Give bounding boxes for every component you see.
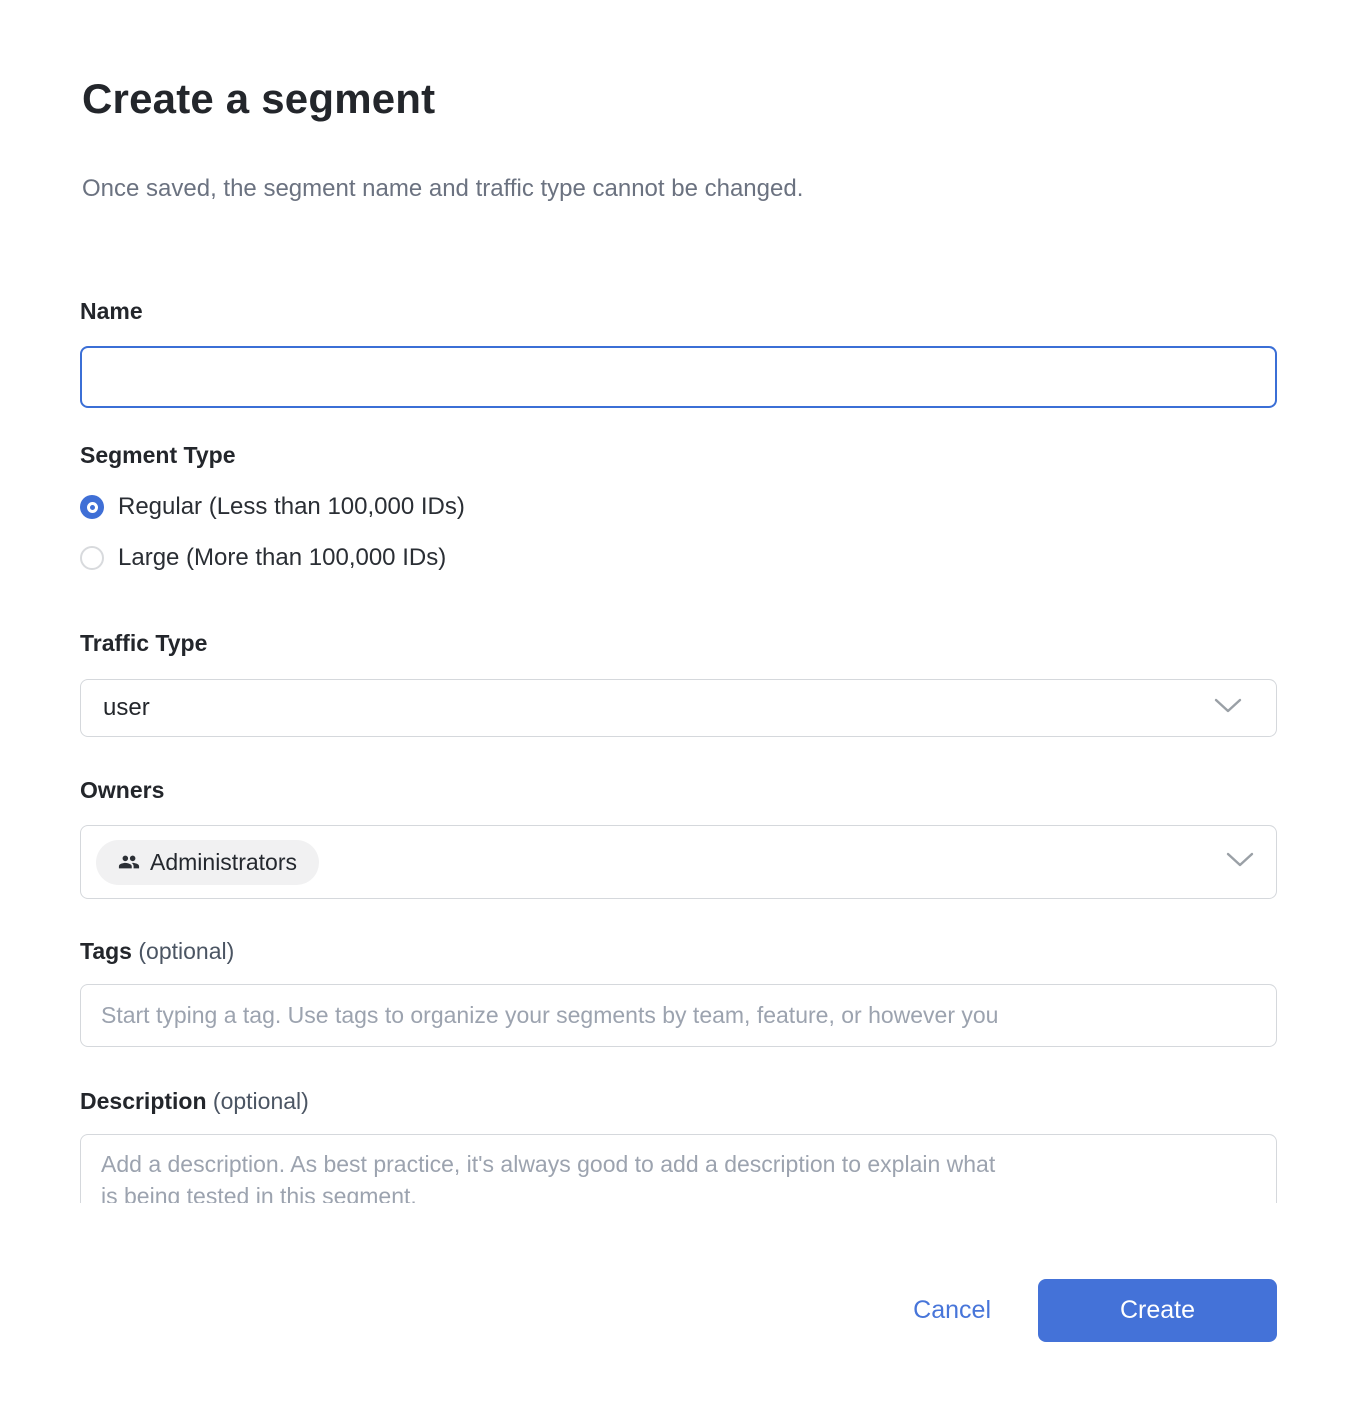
description-textarea[interactable] bbox=[80, 1134, 1277, 1203]
segment-type-label: Segment Type bbox=[80, 441, 1277, 469]
traffic-type-label: Traffic Type bbox=[80, 629, 1277, 657]
owner-chip-label: Administrators bbox=[150, 849, 297, 876]
owner-chip-administrators[interactable]: Administrators bbox=[96, 840, 319, 885]
traffic-type-select[interactable]: user bbox=[80, 679, 1277, 737]
dialog-subtitle: Once saved, the segment name and traffic… bbox=[82, 176, 1277, 202]
dialog-footer: Cancel Create bbox=[0, 1279, 1354, 1342]
description-clip-region bbox=[80, 1134, 1277, 1203]
traffic-type-value: user bbox=[103, 694, 1214, 722]
segment-type-radio-large[interactable]: Large (More than 100,000 IDs) bbox=[80, 544, 1277, 572]
radio-unselected-icon[interactable] bbox=[80, 546, 104, 570]
page-title: Create a segment bbox=[82, 74, 1277, 124]
create-button[interactable]: Create bbox=[1038, 1279, 1277, 1342]
radio-dot bbox=[87, 502, 98, 513]
description-label-text: Description bbox=[80, 1088, 207, 1114]
description-label: Description (optional) bbox=[80, 1087, 1277, 1115]
tags-input[interactable] bbox=[80, 984, 1277, 1047]
name-label: Name bbox=[80, 297, 1277, 325]
radio-label-regular: Regular (Less than 100,000 IDs) bbox=[118, 493, 465, 521]
people-icon bbox=[118, 851, 140, 873]
owners-label: Owners bbox=[80, 776, 1277, 804]
cancel-button[interactable]: Cancel bbox=[913, 1296, 991, 1325]
description-optional-text: (optional) bbox=[213, 1088, 309, 1114]
chevron-down-icon bbox=[1226, 852, 1254, 873]
owners-select[interactable]: Administrators bbox=[80, 825, 1277, 899]
chevron-down-icon bbox=[1214, 698, 1242, 719]
name-input[interactable] bbox=[80, 346, 1277, 408]
radio-label-large: Large (More than 100,000 IDs) bbox=[118, 544, 446, 572]
tags-optional-text: (optional) bbox=[138, 938, 234, 964]
segment-type-radio-regular[interactable]: Regular (Less than 100,000 IDs) bbox=[80, 493, 1277, 521]
create-segment-dialog: Create a segment Once saved, the segment… bbox=[0, 0, 1354, 1203]
radio-selected-icon[interactable] bbox=[80, 495, 104, 519]
tags-label-text: Tags bbox=[80, 938, 132, 964]
tags-label: Tags (optional) bbox=[80, 937, 1277, 965]
